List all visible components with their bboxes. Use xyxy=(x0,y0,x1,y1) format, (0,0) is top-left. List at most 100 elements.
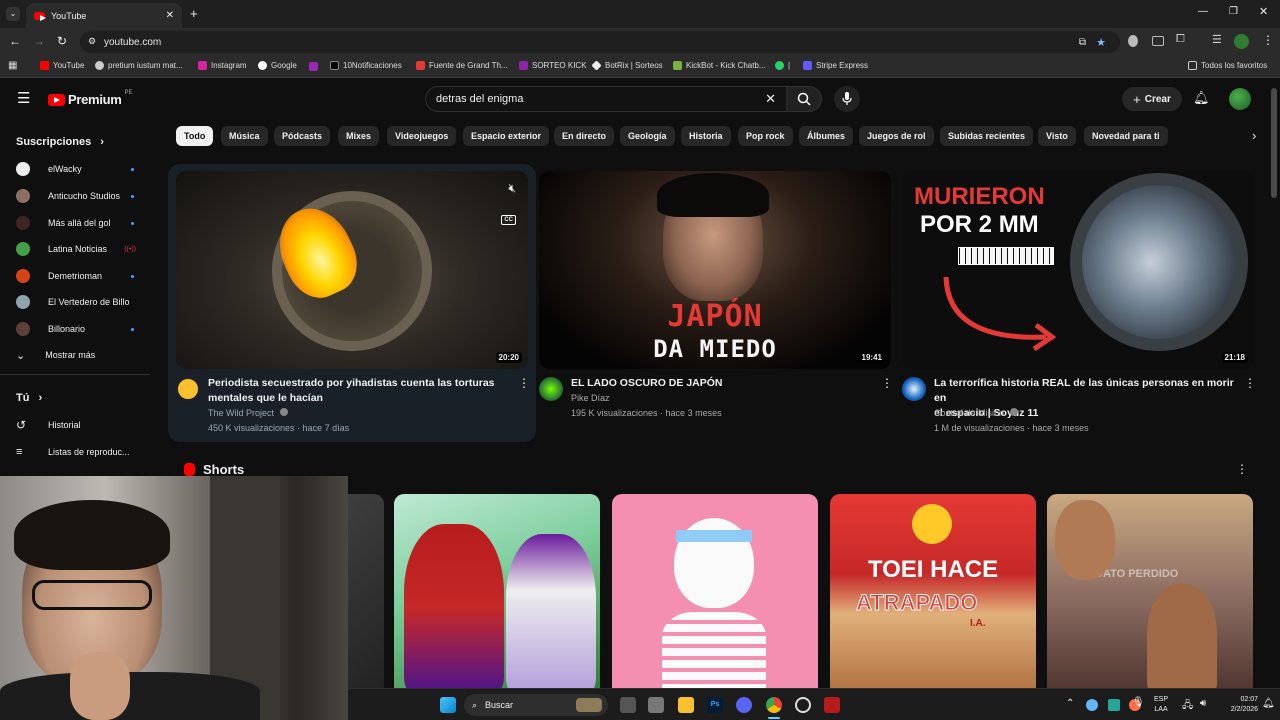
tray-app-icon[interactable] xyxy=(1086,699,1098,711)
browser-tab-youtube[interactable]: YouTube ✕ xyxy=(26,3,182,28)
forward-icon[interactable]: → xyxy=(33,34,45,48)
profile-avatar[interactable] xyxy=(1234,34,1249,49)
all-favorites[interactable]: Todos los favoritos xyxy=(1188,61,1267,70)
install-icon[interactable]: ⧉ xyxy=(1079,37,1086,48)
shorts-menu-icon[interactable]: ⋮ xyxy=(1236,462,1248,476)
video-menu-icon[interactable]: ⋮ xyxy=(881,376,893,390)
channel-name[interactable]: Control de Misión xyxy=(934,406,1018,421)
show-more-button[interactable]: ⌄ Mostrar más xyxy=(16,346,146,364)
tray-mic-icon[interactable]: 🎙︎ xyxy=(1132,697,1145,708)
bookmark-botrix[interactable]: BotRix | Sorteos xyxy=(591,60,663,71)
chip-podcasts[interactable]: Pódcasts xyxy=(274,126,331,146)
chip-todo[interactable]: Todo xyxy=(176,126,214,146)
bookmark-star-icon[interactable]: ★ xyxy=(1096,36,1106,49)
bookmark-pretium[interactable]: pretium iustum mat... xyxy=(95,61,183,70)
bookmark-sorteo-kick[interactable]: SORTEO KICK xyxy=(519,61,587,70)
task-view-icon[interactable] xyxy=(620,697,636,713)
chip-musica[interactable]: Música xyxy=(221,126,268,146)
chip-juegos-de-rol[interactable]: Juegos de rol xyxy=(859,126,934,146)
sidebar-item-demetrioman[interactable]: Demetrioman xyxy=(16,267,146,285)
tab-search-icon[interactable]: ⌄ xyxy=(6,7,20,21)
tab-close-icon[interactable]: ✕ xyxy=(166,10,174,21)
reading-list-icon[interactable]: ☰ xyxy=(1212,33,1222,46)
mute-icon[interactable]: 🔇︎ xyxy=(508,181,516,196)
language-indicator[interactable]: ESP LAA xyxy=(1154,695,1168,715)
captions-icon[interactable]: CC xyxy=(501,215,516,225)
chip-visto[interactable]: Visto xyxy=(1038,126,1076,146)
chip-pop-rock[interactable]: Pop rock xyxy=(738,126,793,146)
video-thumbnail[interactable]: MURIERON POR 2 MM 21:18 xyxy=(902,171,1254,369)
chip-espacio-exterior[interactable]: Espacio exterior xyxy=(463,126,550,146)
bookmark-google[interactable]: Google xyxy=(258,61,297,70)
video-thumbnail[interactable]: JAPÓN DA MIEDO 19:41 xyxy=(539,171,891,369)
chip-subidas-recientes[interactable]: Subidas recientes xyxy=(940,126,1034,146)
discord-icon[interactable] xyxy=(736,697,752,713)
notifications-bell-icon[interactable]: 🔔︎ xyxy=(1193,90,1210,106)
short-thumbnail[interactable] xyxy=(394,494,600,694)
chip-mixes[interactable]: Mixes xyxy=(338,126,380,146)
search-button[interactable] xyxy=(786,86,822,112)
extension-icon[interactable] xyxy=(1128,35,1138,47)
bookmark-10notificaciones[interactable]: 10Notificaciones xyxy=(330,61,402,70)
voice-search-button[interactable] xyxy=(834,86,860,112)
page-scrollbar[interactable] xyxy=(1271,88,1277,198)
video-menu-icon[interactable]: ⋮ xyxy=(518,376,530,390)
chrome-icon[interactable] xyxy=(766,697,782,713)
sidebar-item-latina[interactable]: Latina Noticias ((•)) xyxy=(16,240,146,258)
video-title[interactable]: Periodista secuestrado por yihadistas cu… xyxy=(208,376,498,406)
chip-historia[interactable]: Historia xyxy=(681,126,731,146)
bookmark-youtube[interactable]: YouTube xyxy=(40,61,84,70)
chip-geologia[interactable]: Geología xyxy=(620,126,675,146)
bookmark-colorful-icon[interactable] xyxy=(309,62,318,71)
url-field[interactable]: ⚙ youtube.com ⧉ ★ xyxy=(80,31,1120,53)
extensions-puzzle-icon[interactable]: ⧠ xyxy=(1176,33,1185,46)
short-thumbnail[interactable] xyxy=(612,494,818,694)
file-explorer-icon[interactable] xyxy=(678,697,694,713)
chip-en-directo[interactable]: En directo xyxy=(554,126,615,146)
channel-name[interactable]: The Wild Project xyxy=(208,406,288,421)
search-input[interactable]: detras del enigma ✕ xyxy=(425,86,787,112)
channel-avatar[interactable] xyxy=(176,377,200,401)
sidebar-item-playlists[interactable]: ≡ Listas de reproduc... xyxy=(16,443,146,461)
clock[interactable]: 02:07 2/2/2026 xyxy=(1218,695,1258,715)
channel-avatar[interactable] xyxy=(902,377,926,401)
sidebar-item-elwacky[interactable]: elWacky xyxy=(16,160,146,178)
bookmark-stripe[interactable]: Stripe Express xyxy=(803,61,868,70)
restore-icon[interactable]: ❐ xyxy=(1229,6,1238,17)
obs-icon[interactable] xyxy=(795,697,811,713)
chip-videojuegos[interactable]: Videojuegos xyxy=(387,126,457,146)
chips-next-icon[interactable]: › xyxy=(1252,128,1256,143)
account-avatar[interactable] xyxy=(1229,88,1251,110)
sidebar-item-vertedero[interactable]: El Vertedero de Billo xyxy=(16,293,146,311)
new-tab-button[interactable]: + xyxy=(190,6,198,21)
menu-kebab-icon[interactable]: ⋮ xyxy=(1262,33,1274,47)
bookmark-whatsapp[interactable]: | xyxy=(775,61,790,70)
bookmark-kickbot[interactable]: KickBot - Kick Chatb... xyxy=(673,61,766,70)
chip-novedad[interactable]: Novedad para ti xyxy=(1084,126,1168,146)
you-heading[interactable]: Tú › xyxy=(16,392,42,404)
channel-avatar[interactable] xyxy=(539,377,563,401)
notifications-icon[interactable]: 🔔︎ xyxy=(1262,698,1275,709)
volume-icon[interactable]: 🔊︎ xyxy=(1200,698,1206,709)
site-info-icon[interactable]: ⚙ xyxy=(88,36,96,47)
sidebar-item-anticucho[interactable]: Anticucho Studios xyxy=(16,187,146,205)
channel-name[interactable]: Pike Díaz xyxy=(571,391,610,406)
tray-app-icon[interactable] xyxy=(1108,699,1120,711)
short-thumbnail[interactable]: TOEI HACE ATRAPADO I.A. xyxy=(830,494,1036,694)
start-windows-icon[interactable] xyxy=(440,697,456,713)
create-button[interactable]: + Crear xyxy=(1122,87,1182,111)
video-menu-icon[interactable]: ⋮ xyxy=(1244,376,1256,390)
photoshop-icon[interactable]: Ps xyxy=(707,697,723,713)
minimize-icon[interactable]: — xyxy=(1198,6,1208,17)
sidebar-item-history[interactable]: ↺ Historial xyxy=(16,416,146,434)
youtube-logo[interactable]: Premium PE xyxy=(48,90,133,107)
bookmark-instagram[interactable]: Instagram xyxy=(198,61,247,70)
sidebar-item-mas-alla[interactable]: Más allá del gol xyxy=(16,214,146,232)
hamburger-menu-icon[interactable]: ☰ xyxy=(17,91,30,106)
back-icon[interactable]: ← xyxy=(9,34,21,48)
chip-albumes[interactable]: Álbumes xyxy=(799,126,854,146)
sidebar-item-billonario[interactable]: Billonario xyxy=(16,320,146,338)
app-icon[interactable] xyxy=(648,697,664,713)
short-thumbnail[interactable]: DATO PERDIDO xyxy=(1047,494,1253,694)
close-window-icon[interactable]: ✕ xyxy=(1259,5,1268,18)
